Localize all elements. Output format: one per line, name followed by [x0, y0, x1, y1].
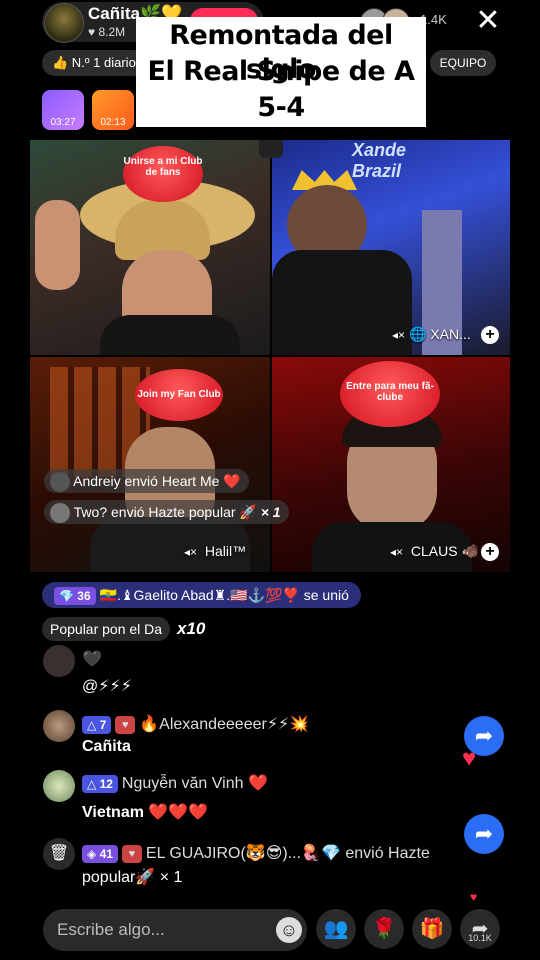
username: Nguyễn văn Vinh ❤️	[121, 775, 268, 792]
username: EL GUAJIRO(🐯😎)...🪼💎 envió Hazte	[145, 845, 430, 862]
team-label: EQUIPO	[439, 56, 487, 70]
chat-username[interactable]: △ 7 ♥ 🔥Alexandeeeeer⚡⚡💥	[82, 714, 309, 734]
people-icon: 👥	[323, 918, 349, 940]
gift-notification: Andreiy envió Heart Me ❤️	[44, 469, 249, 493]
guest-name-label: ◂× 🌐 XAN...	[392, 326, 471, 343]
level-badge: 💎 36	[54, 587, 96, 606]
level-number: 36	[77, 589, 91, 604]
level-number: 7	[99, 717, 107, 732]
fan-badge: ♥	[121, 844, 142, 863]
close-button[interactable]: ✕	[474, 6, 502, 36]
caption-line-3: 5-4	[257, 92, 305, 123]
chat-username[interactable]: △ 12 Nguyễn văn Vinh ❤️	[82, 773, 268, 793]
join-notification: 💎 36 🇪🇨.♝Gaelito Abad♜.🇺🇸⚓️💯❣️ se unió	[42, 582, 361, 608]
level-badge: △ 7	[82, 715, 112, 734]
mute-icon: ◂×	[390, 545, 404, 559]
guest-tile-4[interactable]: Entre para meu fã-clube ◂× CLAUS 🐗 +	[272, 357, 510, 572]
guest-shirt	[272, 250, 412, 355]
rose-icon: 🌹	[371, 918, 397, 940]
gift-sender-avatar	[50, 472, 70, 493]
popular-label: Popular pon el Da	[50, 621, 163, 637]
chat-message: popular🚀 × 1	[82, 869, 183, 886]
host-avatar[interactable]	[44, 3, 84, 43]
comment-placeholder[interactable]: Escribe algo...	[57, 920, 165, 940]
fan-club-bubble[interactable]: Unirse a mi Club de fans	[123, 146, 203, 202]
emoji-icon[interactable]: ☺	[276, 917, 302, 943]
share-icon[interactable]: ➦	[464, 814, 504, 854]
floating-heart-icon: ♥	[470, 890, 478, 904]
guest-name: XAN...	[430, 326, 471, 342]
level-number: 12	[99, 776, 113, 791]
guest-name-label: ◂× Halil™	[184, 543, 246, 559]
host-likes: ♥ 8.2M	[88, 25, 125, 39]
rose-button[interactable]: 🌹	[364, 909, 404, 949]
heart-icon: ♥	[88, 25, 96, 39]
gift-box-icon: 🗑	[43, 838, 75, 870]
add-guest-button[interactable]: +	[481, 326, 499, 344]
gift-text: Andreiy envió Heart Me	[73, 473, 220, 489]
brand-logo: Xande Brazil	[352, 140, 407, 181]
chat-message: @⚡⚡⚡	[82, 678, 132, 695]
guest-tile-3[interactable]: Join my Fan Club ◂× Halil™	[30, 357, 270, 572]
chat-avatar[interactable]	[43, 645, 75, 677]
level-badge: ◈ 41	[82, 844, 118, 863]
gift-count: × 1	[260, 504, 281, 520]
guest-shirt	[100, 315, 240, 355]
gift-text: Two? envió Hazte popular	[73, 504, 236, 520]
guest-tile-2[interactable]: Xande Brazil ◂× 🌐 XAN... +	[272, 140, 510, 355]
gift-button[interactable]: 🎁	[412, 909, 452, 949]
fan-club-text: Join my Fan Club	[137, 389, 221, 400]
fan-club-bubble[interactable]: Join my Fan Club	[135, 369, 223, 421]
caption-overlay: Remontada del siglo El Real Snipe de A 5…	[136, 17, 426, 127]
level-badge: △ 12	[82, 774, 118, 793]
popular-chip[interactable]: Popular pon el Da	[42, 617, 171, 641]
chat-message: Vietnam ❤️❤️❤️	[82, 804, 209, 821]
username: 🔥Alexandeeeeer⚡⚡💥	[139, 716, 310, 733]
rocket-gift-icon: 🚀	[239, 504, 257, 520]
floating-heart-icon: ♥	[462, 745, 477, 772]
share-button[interactable]: ➦	[460, 909, 500, 949]
world-icon: 🌐	[409, 326, 427, 342]
guest-tile-1[interactable]: Unirse a mi Club de fans	[30, 140, 270, 355]
chat-message: Cañita	[82, 738, 131, 755]
fan-club-text: Unirse a mi Club de fans	[123, 156, 203, 178]
add-guest-button[interactable]: +	[481, 543, 499, 561]
popular-count: x10	[177, 619, 206, 638]
guests-button[interactable]: 👥	[316, 909, 356, 949]
mute-icon: ◂×	[184, 545, 198, 559]
guest-name: Halil™	[204, 543, 247, 559]
gift-sender-avatar	[50, 503, 70, 524]
fan-club-bubble[interactable]: Entre para meu fã-clube	[340, 361, 440, 427]
join-text: 🇪🇨.♝Gaelito Abad♜.🇺🇸⚓️💯❣️ se unió	[99, 587, 349, 603]
chat-avatar[interactable]	[43, 770, 75, 802]
battle-icon	[259, 140, 283, 158]
chat-message: 🖤	[82, 651, 102, 668]
daily-rank-pill[interactable]: 👍 N.º 1 diario	[42, 50, 146, 76]
mute-icon: ◂×	[392, 328, 406, 342]
level-number: 41	[99, 846, 113, 861]
host-name-text: Cañita	[88, 4, 140, 23]
fan-club-text: Entre para meu fã-clube	[346, 381, 434, 403]
event-timer: 03:27	[50, 117, 76, 128]
team-pill[interactable]: EQUIPO	[430, 50, 496, 76]
gift-notification: Two? envió Hazte popular 🚀 × 1	[44, 500, 289, 524]
chat-avatar[interactable]	[43, 710, 75, 742]
event-timer: 02:13	[100, 117, 126, 128]
guest-name-label: ◂× CLAUS 🐗	[390, 543, 479, 560]
caption-line-2: El Real Snipe de A	[147, 56, 415, 87]
host-likes-count: 8.2M	[98, 25, 126, 39]
share-count: 10.1K	[468, 933, 492, 943]
thumbs-up-hand	[35, 200, 80, 290]
gift-icon: 🎁	[419, 918, 445, 940]
fan-badge: ♥	[115, 715, 136, 734]
heart-gift-icon: ❤️	[223, 473, 241, 489]
guest-name: CLAUS 🐗	[410, 543, 479, 559]
chat-username[interactable]: ◈ 41 ♥ EL GUAJIRO(🐯😎)...🪼💎 envió Hazte	[82, 843, 430, 863]
